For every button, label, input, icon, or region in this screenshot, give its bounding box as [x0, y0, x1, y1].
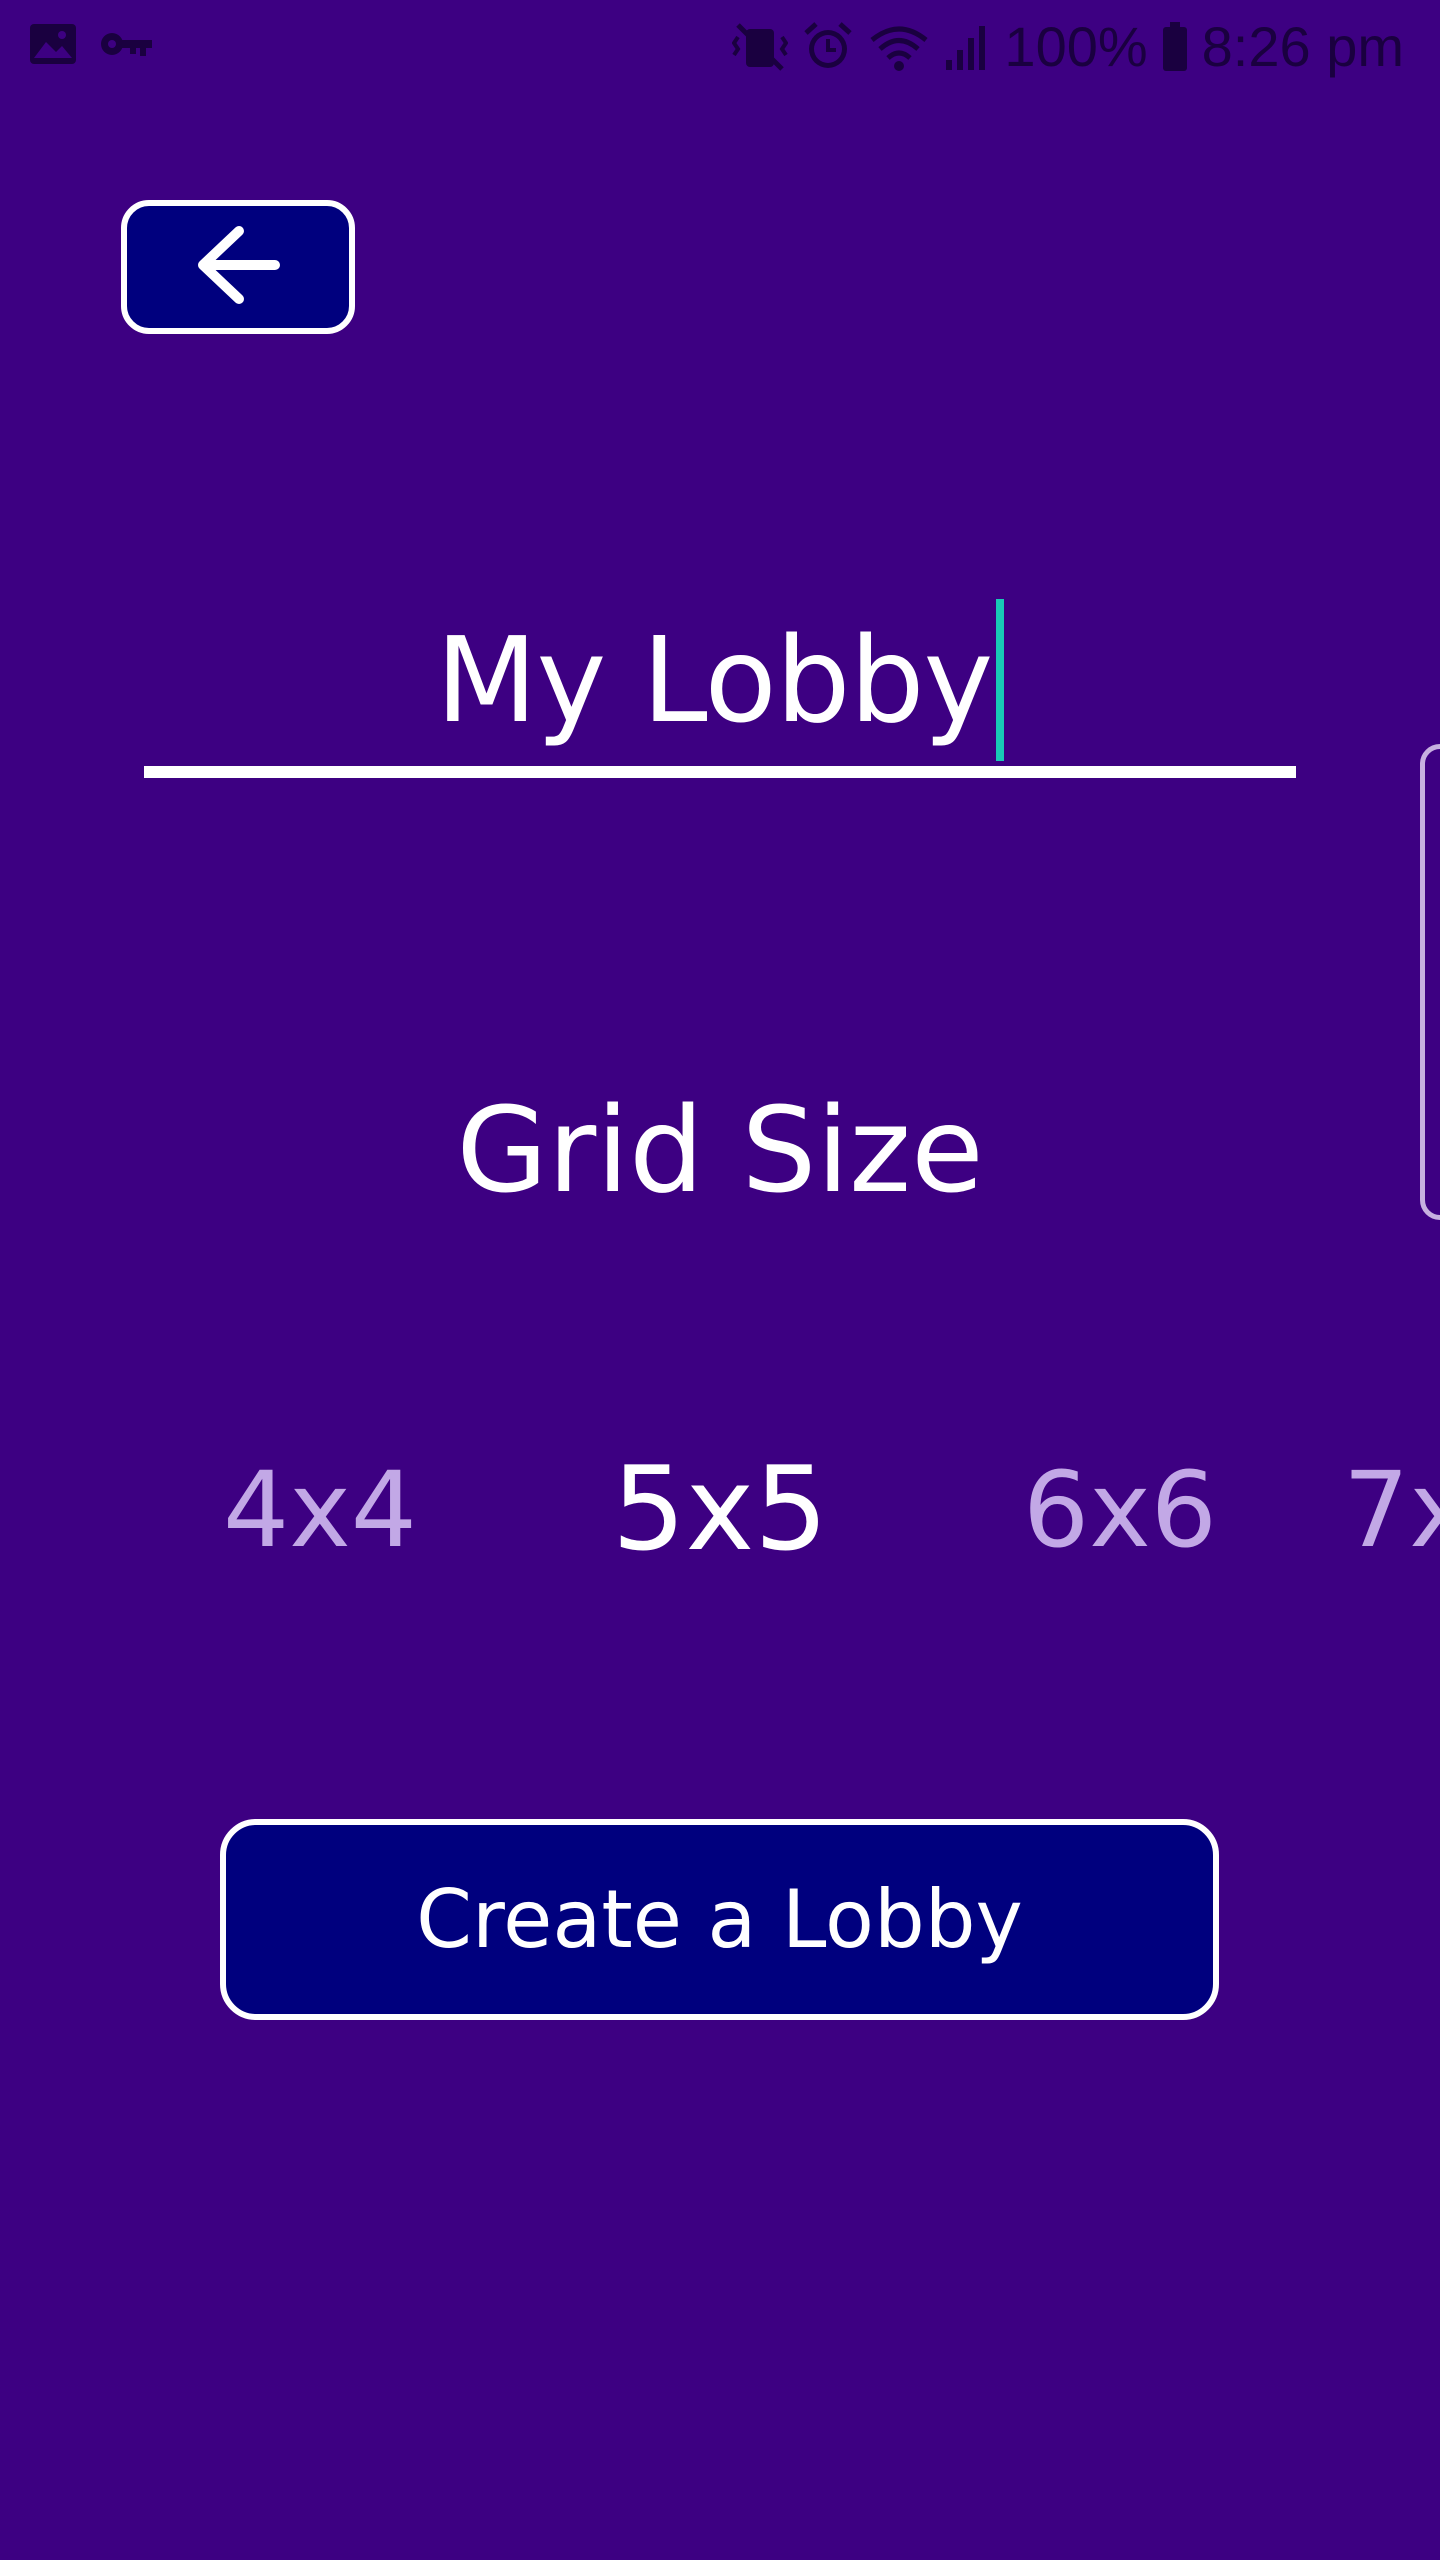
text-caret	[996, 599, 1005, 761]
arrow-left-icon	[195, 225, 281, 309]
mute-vibrate-icon	[732, 21, 789, 73]
lobby-name-underline	[144, 766, 1296, 778]
alarm-icon	[802, 21, 854, 73]
grid-option-7x7[interactable]: 7x7	[1290, 1430, 1440, 1590]
lobby-name-display: My Lobby	[144, 590, 1296, 770]
grid-option-4x4[interactable]: 4x4	[170, 1430, 470, 1590]
signal-icon	[944, 22, 990, 72]
grid-option-3x3[interactable]: 3x3	[0, 1430, 50, 1590]
grid-option-5x5[interactable]: 5x5	[570, 1430, 870, 1590]
status-right-icons: 100% 8:26 pm	[732, 14, 1404, 79]
status-bar: 100% 8:26 pm	[0, 0, 1440, 96]
grid-size-picker[interactable]: 3x3 4x4 5x5 6x6 7x7	[0, 1430, 1440, 1590]
grid-size-title: Grid Size	[456, 1081, 984, 1219]
create-lobby-screen: 100% 8:26 pm My Lobby Grid Size 4x4 5x5 …	[0, 0, 1440, 2560]
grid-option-6x6[interactable]: 6x6	[970, 1430, 1270, 1590]
create-lobby-button[interactable]: Create a Lobby	[220, 1819, 1219, 2020]
status-time: 8:26 pm	[1201, 15, 1404, 78]
image-icon	[28, 22, 78, 66]
wifi-icon	[868, 22, 930, 72]
key-icon	[100, 29, 154, 59]
battery-icon	[1162, 21, 1188, 72]
back-button[interactable]	[121, 200, 355, 334]
lobby-name-input[interactable]: My Lobby	[436, 590, 994, 770]
status-left-icons	[28, 22, 154, 66]
lobby-name-field[interactable]: My Lobby	[144, 590, 1296, 780]
battery-percent: 100%	[1004, 15, 1148, 78]
